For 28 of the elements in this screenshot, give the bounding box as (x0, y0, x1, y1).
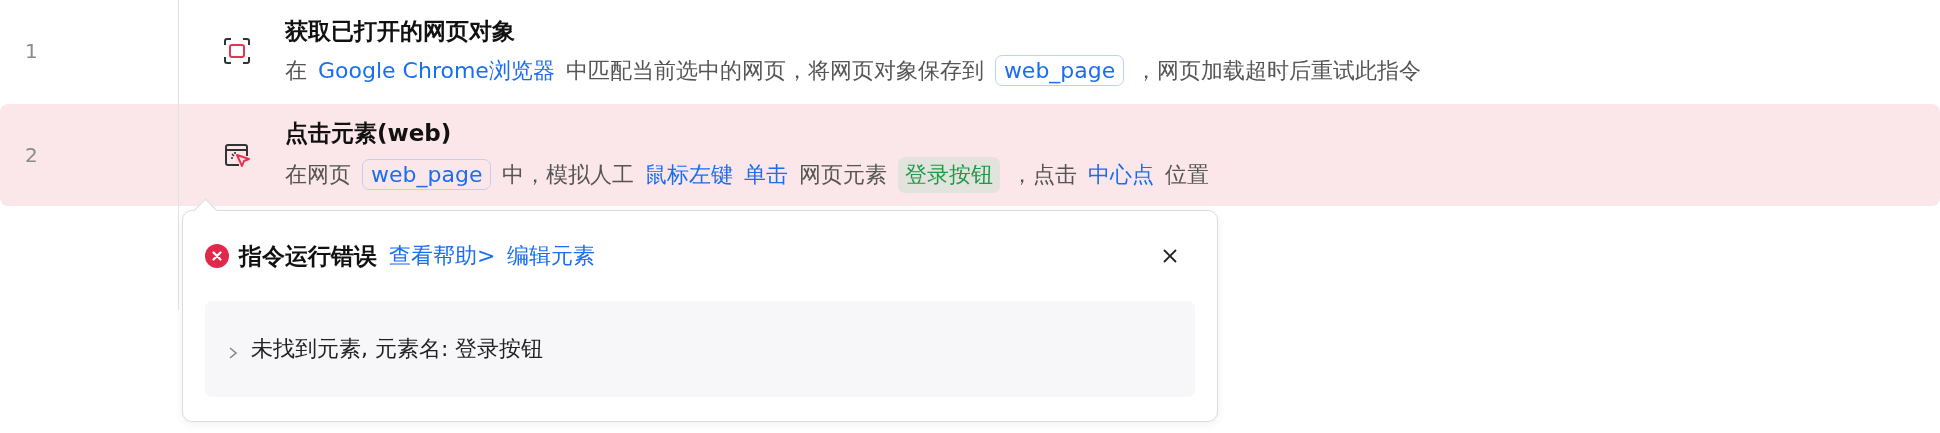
parameter-link[interactable]: Google Chrome浏览器 (318, 55, 555, 86)
variable-chip[interactable]: web_page (994, 55, 1125, 86)
command-title: 点击元素(web) (285, 118, 453, 148)
error-message: 未找到元素, 元素名: 登录按钮 (251, 335, 544, 363)
variable-chip[interactable]: web_page (362, 159, 492, 190)
description-text: ，网页加载超时后重试此指令 (1135, 56, 1422, 85)
parameter-link[interactable]: 中心点 (1088, 159, 1155, 190)
description-text: 位置 (1165, 160, 1210, 189)
error-title: 指令运行错误 (239, 241, 377, 271)
chevron-icon[interactable] (227, 346, 239, 360)
description-text: 在网页 (285, 160, 351, 189)
help-link[interactable]: 查看帮助> (389, 241, 496, 271)
description-text: 中匹配当前选中的网页，将网页对象保存到 (565, 56, 984, 85)
parameter-link[interactable]: 鼠标左键 (645, 159, 734, 190)
description-text: 在 (285, 56, 307, 85)
element-chip[interactable]: 登录按钮 (898, 156, 1001, 193)
description-text: ，点击 (1011, 160, 1078, 189)
line-number: 1 (24, 39, 39, 63)
line-number: 2 (24, 143, 39, 167)
command-title: 获取已打开的网页对象 (285, 17, 516, 46)
description-text: 中，模拟人工 (502, 160, 635, 189)
capture-icon (222, 36, 252, 66)
command-row[interactable]: 1 获取已打开的网页对象 在 Google Chrome浏览器 中匹配当前选中的网页，将网页对象保存到 web_page ，网页加载超时后重试此指令 (0, 0, 1940, 102)
description-text: 网页元素 (799, 160, 888, 189)
parameter-link[interactable]: 单击 (744, 159, 789, 190)
command-row[interactable]: 2 点击元素(web) 在网页 web_page 中，模拟人工 鼠标左键 单击 网页元素 登录按钮 ，点击 中心点 位置 (0, 104, 1940, 206)
help-link[interactable]: 编辑元素 (507, 241, 596, 271)
error-icon (205, 244, 229, 268)
